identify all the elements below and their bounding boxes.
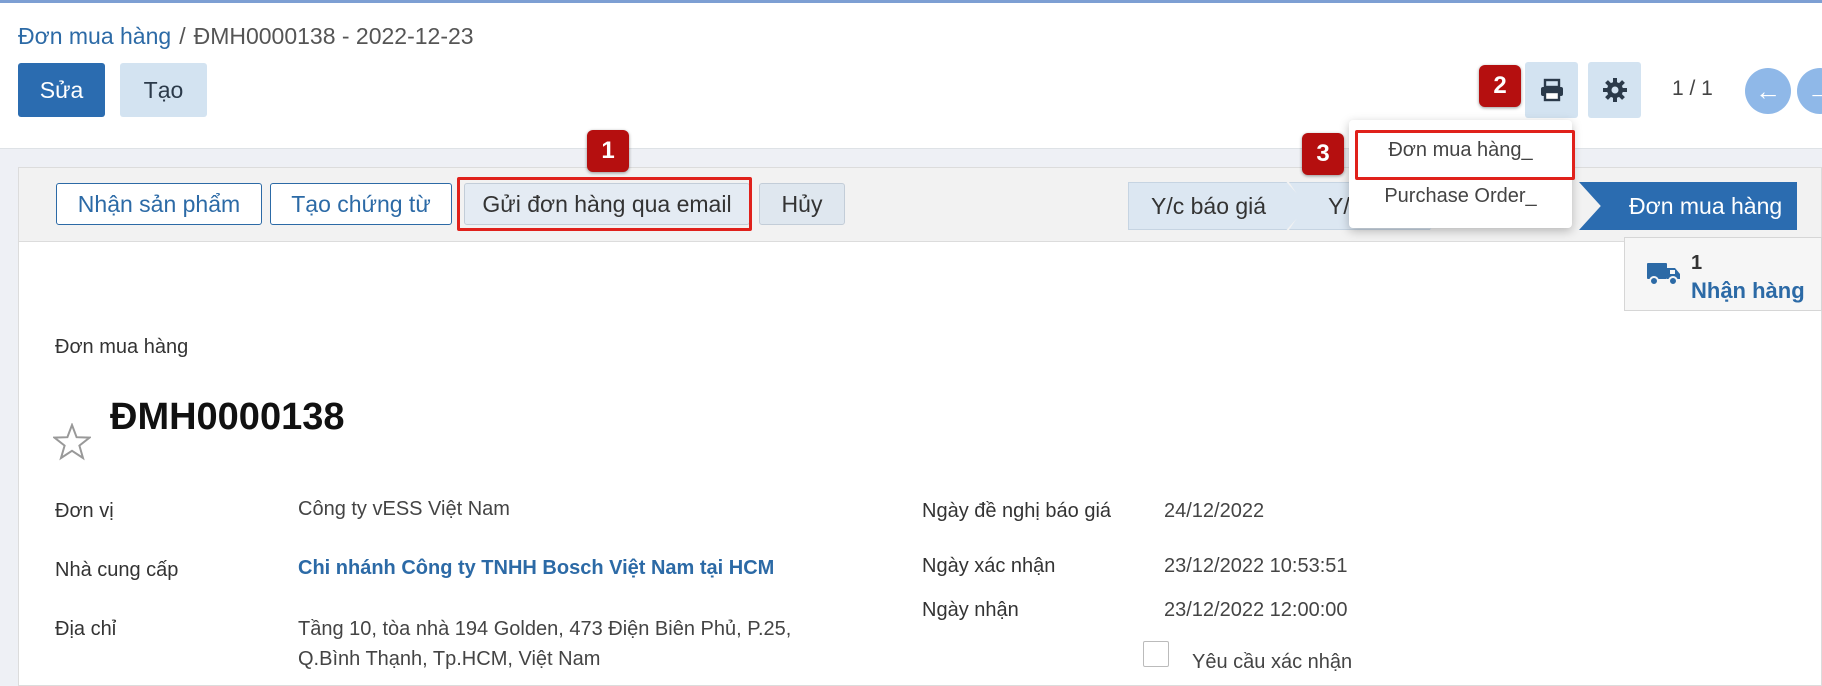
breadcrumb-current: ĐMH0000138 - 2022-12-23 <box>193 23 474 49</box>
cancel-order-button[interactable]: Hủy <box>759 183 845 225</box>
supplier-link[interactable]: Chi nhánh Công ty TNHH Bosch Việt Nam tạ… <box>298 557 774 580</box>
document-title: ĐMH0000138 <box>110 396 345 438</box>
confirm-date-value: 23/12/2022 10:53:51 <box>1164 555 1348 577</box>
step-badge-3: 3 <box>1302 133 1344 175</box>
breadcrumb-parent-link[interactable]: Đơn mua hàng <box>18 23 171 49</box>
action-gear-button[interactable] <box>1588 62 1641 118</box>
create-button[interactable]: Tạo <box>120 63 207 117</box>
receive-date-value: 23/12/2022 12:00:00 <box>1164 599 1348 621</box>
stage-quote-request[interactable]: Y/c báo giá <box>1128 182 1308 230</box>
create-document-button[interactable]: Tạo chứng từ <box>270 183 452 225</box>
confirm-request-checkbox[interactable] <box>1143 641 1169 667</box>
receipt-smart-button[interactable]: 1 Nhận hàng <box>1624 237 1822 311</box>
print-icon <box>1540 78 1563 102</box>
unit-label: Đơn vị <box>55 500 114 522</box>
unit-value: Công ty vESS Việt Nam <box>298 498 510 520</box>
breadcrumb: Đơn mua hàng / ĐMH0000138 - 2022-12-23 <box>18 23 474 50</box>
star-icon[interactable] <box>53 423 91 461</box>
pager-counter[interactable]: 1 / 1 <box>1672 77 1713 101</box>
receipt-label: Nhận hàng <box>1691 278 1805 303</box>
print-button[interactable] <box>1525 62 1578 118</box>
step-badge-1: 1 <box>587 130 629 172</box>
arrow-left-icon: ← <box>1755 75 1781 106</box>
address-line-2: Q.Bình Thạnh, Tp.HCM, Việt Nam <box>298 648 601 670</box>
confirm-date-label: Ngày xác nhận <box>922 555 1056 577</box>
receive-products-button[interactable]: Nhận sản phẩm <box>56 183 262 225</box>
edit-button[interactable]: Sửa <box>18 63 105 117</box>
form-sheet <box>18 241 1822 686</box>
confirm-request-label: Yêu cầu xác nhận <box>1192 651 1353 673</box>
receive-date-label: Ngày nhận <box>922 599 1019 621</box>
quote-date-label: Ngày đề nghị báo giá <box>922 500 1112 522</box>
address-value: Tầng 10, tòa nhà 194 Golden, 473 Điện Bi… <box>298 614 791 674</box>
document-type-label: Đơn mua hàng <box>55 336 189 358</box>
print-menu-item-po-en[interactable]: Purchase Order_ <box>1349 176 1572 216</box>
quote-date-value: 24/12/2022 <box>1164 500 1265 522</box>
highlight-menu-item <box>1355 130 1575 180</box>
receipt-count: 1 <box>1691 252 1703 274</box>
supplier-label: Nhà cung cấp <box>55 559 179 581</box>
truck-icon <box>1647 263 1680 286</box>
address-line-1: Tầng 10, tòa nhà 194 Golden, 473 Điện Bi… <box>298 618 792 640</box>
gear-icon <box>1602 78 1627 102</box>
pager-prev-button[interactable]: ← <box>1745 68 1791 114</box>
address-label: Địa chỉ <box>55 618 117 640</box>
breadcrumb-separator: / <box>179 23 186 49</box>
arrow-right-icon: → <box>1807 75 1822 106</box>
stage-purchase-order[interactable]: Đơn mua hàng <box>1579 182 1797 230</box>
highlight-send-email <box>457 177 752 231</box>
step-badge-2: 2 <box>1479 65 1521 107</box>
